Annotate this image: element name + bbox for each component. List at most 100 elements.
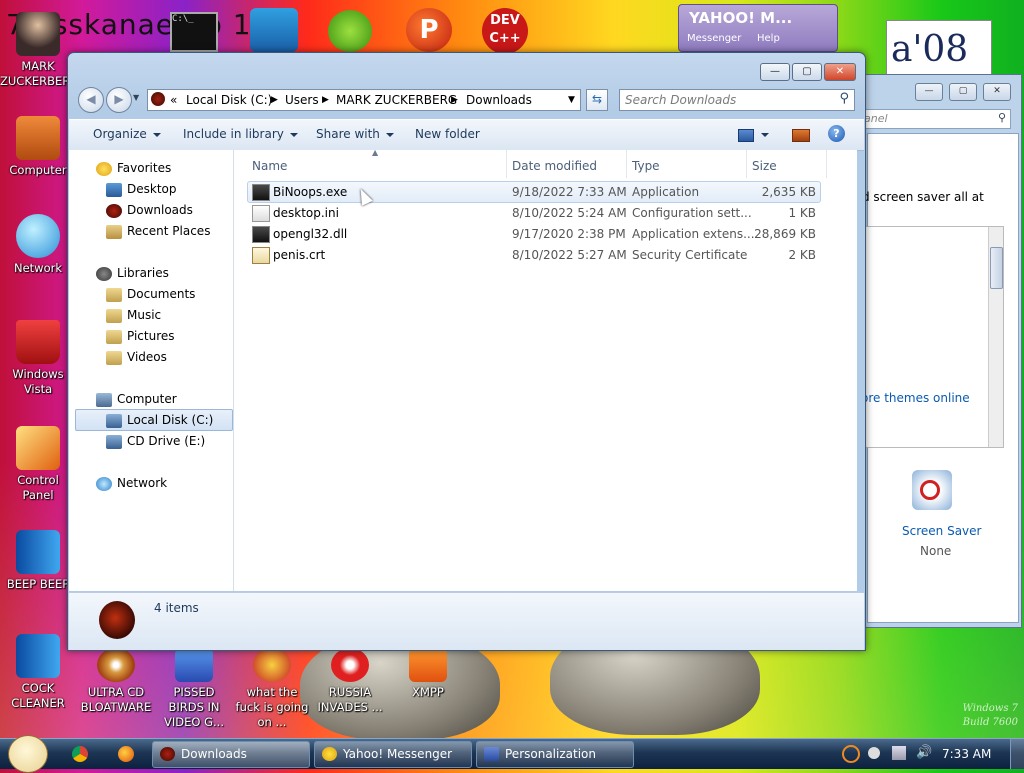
taskbar-button-personalization[interactable]: Personalization — [476, 741, 634, 768]
yahoo-menu-help[interactable]: Help — [757, 33, 780, 44]
devcpp-icon[interactable]: DEV C++ — [482, 8, 528, 54]
column-header-name[interactable]: Name — [252, 159, 287, 173]
start-button[interactable] — [8, 735, 48, 773]
breadcrumb-downloads[interactable]: Downloads — [466, 93, 532, 107]
network-tray-icon[interactable] — [892, 746, 906, 760]
theme-list[interactable]: ore themes online — [860, 226, 1004, 448]
firefox-icon[interactable] — [118, 746, 134, 762]
desktop-icon-computer[interactable]: Computer — [0, 116, 76, 178]
nav-pictures[interactable]: Pictures — [106, 329, 175, 344]
nav-computer[interactable]: Computer — [96, 392, 177, 407]
stack-icon[interactable] — [250, 8, 298, 52]
minimize-button[interactable]: — — [915, 83, 943, 101]
nav-label: Favorites — [117, 161, 172, 175]
maximize-button[interactable]: ▢ — [949, 83, 977, 101]
more-themes-link[interactable]: ore themes online — [861, 391, 970, 405]
chevron-down-icon[interactable]: ▼ — [568, 95, 575, 105]
breadcrumb-overflow[interactable]: « — [170, 93, 177, 107]
explorer-window[interactable]: — ▢ ✕ ◀ ▶ ▼ « Local Disk (C:) ▶ Users ▶ … — [67, 52, 866, 651]
maximize-button[interactable]: ▢ — [792, 63, 822, 81]
view-icon[interactable] — [738, 129, 754, 142]
help-icon[interactable]: ? — [828, 125, 845, 142]
breadcrumb-user[interactable]: MARK ZUCKERBERG — [336, 93, 457, 107]
nav-network[interactable]: Network — [96, 476, 167, 491]
new-folder-button[interactable]: New folder — [415, 127, 480, 141]
include-in-library-button[interactable]: Include in library — [183, 127, 298, 141]
chevron-right-icon[interactable]: ▶ — [322, 95, 329, 105]
cmd-icon[interactable]: C:\_ — [170, 12, 218, 52]
desktop-icon-what[interactable]: what the fuck is going on ... — [234, 648, 310, 730]
column-header-size[interactable]: Size — [752, 159, 777, 173]
close-button[interactable]: ✕ — [824, 63, 856, 81]
taskbar-button-downloads[interactable]: Downloads — [152, 741, 310, 768]
screen-saver-link[interactable]: Screen Saver — [902, 524, 981, 538]
personalization-window[interactable]: — ▢ ✕ anel ⚲ d screen saver all at ore t… — [856, 74, 1022, 628]
search-tray-icon[interactable] — [842, 745, 860, 763]
chevron-down-icon[interactable] — [761, 133, 769, 137]
desktop-icon-mark-zuckerberg[interactable]: MARK ZUCKERBERG — [0, 12, 80, 89]
pig-icon[interactable] — [328, 10, 372, 52]
search-icon[interactable]: ⚲ — [998, 111, 1006, 124]
nav-local-disk[interactable]: Local Disk (C:) — [106, 413, 213, 428]
yahoo-messenger-widget[interactable]: YAHOO! M... Messenger Help — [678, 4, 838, 52]
nav-documents[interactable]: Documents — [106, 287, 195, 302]
breadcrumb-local-disk[interactable]: Local Disk (C:) — [186, 93, 272, 107]
column-divider[interactable] — [746, 150, 747, 178]
nav-downloads[interactable]: Downloads — [106, 203, 193, 218]
chevron-right-icon[interactable]: ▶ — [451, 95, 458, 105]
back-button[interactable]: ◀ — [78, 87, 104, 113]
recent-pages-icon[interactable]: ▼ — [133, 93, 139, 102]
screen-saver-icon[interactable] — [912, 470, 952, 510]
address-bar[interactable]: « Local Disk (C:) ▶ Users ▶ MARK ZUCKERB… — [147, 89, 581, 111]
nav-videos[interactable]: Videos — [106, 350, 167, 365]
desktop-icon-xmpp[interactable]: XMPP — [390, 648, 466, 700]
chrome-icon[interactable] — [72, 746, 88, 762]
minimize-button[interactable]: — — [760, 63, 790, 81]
desktop-icon-label: MARK ZUCKERBERG — [0, 59, 80, 88]
desktop-icon-windows-vista[interactable]: Windows Vista — [0, 320, 76, 397]
table-row[interactable]: desktop.ini 8/10/2022 5:24 AM Configurat… — [248, 203, 820, 223]
scrollbar[interactable] — [988, 227, 1003, 447]
chevron-right-icon[interactable]: ▶ — [271, 95, 278, 105]
column-divider[interactable] — [826, 150, 827, 178]
preview-pane-icon[interactable] — [792, 129, 810, 142]
close-button[interactable]: ✕ — [983, 83, 1011, 101]
desktop-icon-network[interactable]: Network — [0, 214, 76, 276]
column-header-type[interactable]: Type — [632, 159, 660, 173]
nav-music[interactable]: Music — [106, 308, 161, 323]
nav-recent-places[interactable]: Recent Places — [106, 224, 210, 239]
file-list[interactable]: ▲ Name Date modified Type Size BiNoops.e… — [234, 148, 857, 591]
scroll-thumb[interactable] — [990, 247, 1003, 289]
p-logo-icon[interactable]: P — [406, 8, 452, 52]
search-box[interactable]: Search Downloads ⚲ — [619, 89, 855, 111]
desktop-icon-cock-cleaner[interactable]: COCK CLEANER — [0, 634, 76, 711]
share-with-button[interactable]: Share with — [316, 127, 394, 141]
yahoo-menu-messenger[interactable]: Messenger — [687, 33, 741, 44]
nav-cd-drive[interactable]: CD Drive (E:) — [106, 434, 205, 449]
nav-favorites[interactable]: Favorites — [96, 161, 171, 176]
show-desktop-button[interactable] — [1010, 739, 1024, 769]
forward-button[interactable]: ▶ — [106, 87, 132, 113]
table-row[interactable]: opengl32.dll 9/17/2020 2:38 PM Applicati… — [248, 224, 820, 244]
taskbar-button-yahoo[interactable]: Yahoo! Messenger — [314, 741, 472, 768]
desktop-icon-russia[interactable]: RUSSIA INVADES ... — [312, 648, 388, 715]
back-search-input[interactable]: anel ⚲ — [861, 109, 1011, 129]
column-header-date[interactable]: Date modified — [512, 159, 597, 173]
refresh-button[interactable]: ⇆ — [586, 89, 608, 111]
desktop-icon-beep-beep[interactable]: BEEP BEEP — [0, 530, 76, 592]
breadcrumb-users[interactable]: Users — [285, 93, 319, 107]
column-divider[interactable] — [506, 150, 507, 178]
nav-libraries[interactable]: Libraries — [96, 266, 169, 281]
organize-button[interactable]: Organize — [93, 127, 161, 141]
tray-icon[interactable] — [868, 747, 880, 759]
table-row[interactable]: penis.crt 8/10/2022 5:27 AM Security Cer… — [248, 245, 820, 265]
nav-desktop[interactable]: Desktop — [106, 182, 177, 197]
column-divider[interactable] — [626, 150, 627, 178]
desktop-icon-ultra-cd[interactable]: ULTRA CD BLOATWARE — [78, 648, 154, 715]
volume-icon[interactable]: 🔊 — [916, 745, 932, 760]
desktop-icon-control-panel[interactable]: Control Panel — [0, 426, 76, 503]
clock[interactable]: 7:33 AM — [942, 747, 991, 761]
search-icon[interactable]: ⚲ — [839, 91, 849, 106]
table-row[interactable]: BiNoops.exe 9/18/2022 7:33 AM Applicatio… — [247, 181, 821, 203]
desktop-icon-pissed-birds[interactable]: PISSED BIRDS IN VIDEO G... — [156, 648, 232, 730]
